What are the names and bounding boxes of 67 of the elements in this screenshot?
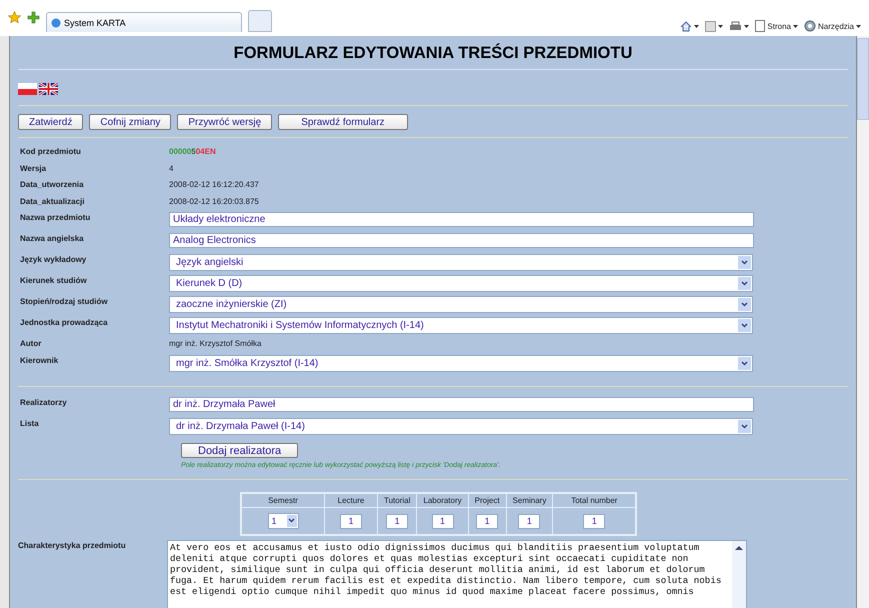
toolbar-label[interactable]: Narzędzia: [818, 22, 854, 30]
semester-dropdown[interactable]: 1: [268, 512, 298, 528]
field-label: Data_aktualizacji: [20, 196, 86, 206]
gear-icon[interactable]: [804, 20, 816, 32]
caret-icon[interactable]: [744, 25, 750, 28]
column-header: Tutorial: [378, 492, 417, 507]
dropdown-field[interactable]: zaoczne inżynierskie (ZI): [169, 296, 753, 313]
field-label: Jednostka prowadząca: [20, 317, 109, 327]
add-favorite-icon[interactable]: [27, 11, 40, 24]
add-realizer-button[interactable]: Dodaj realizatora: [181, 443, 298, 458]
caret-icon[interactable]: [694, 25, 700, 28]
subject-code: 00000504EN: [169, 146, 216, 156]
british-flag-icon[interactable]: [39, 83, 58, 95]
field-label: Charakterystyka przedmiotu: [18, 540, 127, 552]
dropdown-field[interactable]: mgr inż. Smółka Krzysztof (I-14): [169, 354, 753, 372]
text-field[interactable]: dr inż. Drzymała Paweł: [169, 396, 754, 412]
field-label: Kierownik: [20, 354, 60, 364]
field-label: Język wykładowy: [20, 254, 88, 264]
dropdown-field[interactable]: Język angielski: [169, 254, 753, 271]
printer-icon[interactable]: [729, 21, 742, 32]
hours-field[interactable]: 1: [432, 514, 454, 528]
column-header: Laboratory: [416, 492, 468, 507]
caret-icon[interactable]: [718, 25, 724, 28]
hours-field[interactable]: 1: [476, 514, 498, 528]
dropdown-field[interactable]: Instytut Mechatroniki i Systemów Informatycznych (I-14): [169, 317, 753, 334]
hours-field[interactable]: 1: [340, 514, 362, 528]
text-field[interactable]: Analog Electronics: [169, 233, 754, 248]
hours-field[interactable]: 1: [518, 514, 540, 528]
browser-icon: [51, 18, 61, 28]
column-header: Semestr: [241, 492, 324, 507]
field-label: Nazwa angielska: [20, 233, 85, 243]
form-button[interactable]: Sprawdź formularz: [278, 114, 408, 130]
column-header: Project: [468, 492, 506, 507]
page-icon[interactable]: [755, 20, 766, 32]
field-value: 2008-02-12 16:20:03.875: [169, 196, 259, 206]
page-title: FORMULARZ EDYTOWANIA TREŚCI PRZEDMIOTU: [18, 36, 848, 70]
description-textarea[interactable]: At vero eos et accusamus et iusto odio dignissimos ducimus qui blanditiis praesentium voluptatum deleniti atque corrupti quos dolores et quas molestias excepturi sint occaecati cupiditate non provident, similique sunt in culpa qui officia deserunt mollitia animi, id est laborum et dolorum fuga. Et harum quidem rerum facilis est et expedita distinctio. Nam libero tempore, cum soluta nobis est eligendi optio cumque nihil impedit quo minus id quod maxime placeat facere possimus, omnis: [167, 540, 747, 608]
home-icon[interactable]: [680, 21, 692, 32]
hours-field[interactable]: 1: [386, 514, 408, 528]
field-value: 2008-02-12 16:12:20.437: [169, 179, 259, 189]
star-icon[interactable]: [8, 11, 21, 24]
scrollbar-thumb[interactable]: [857, 38, 869, 120]
field-label: Nazwa przedmiotu: [20, 212, 92, 222]
polish-flag-icon[interactable]: [18, 83, 37, 95]
caret-icon[interactable]: [856, 24, 861, 28]
hours-field[interactable]: 1: [583, 514, 606, 528]
dropdown-field[interactable]: dr inż. Drzymała Paweł (I-14): [169, 418, 753, 434]
column-header: Lecture: [324, 492, 378, 507]
text-field[interactable]: Układy elektroniczne: [169, 212, 754, 227]
field-label: Wersja: [20, 162, 48, 172]
browser-tab[interactable]: System KARTA: [46, 12, 242, 32]
field-label: Autor: [20, 338, 42, 348]
field-label: Realizatorzy: [20, 396, 68, 406]
caret-icon[interactable]: [792, 24, 798, 28]
field-label: Stopień/rodzaj studiów: [20, 296, 109, 306]
field-label: Lista: [20, 418, 40, 428]
field-value: 4: [169, 162, 174, 172]
field-label: Data_utworzenia: [20, 179, 85, 189]
form-button[interactable]: Przywróć wersję: [177, 114, 272, 130]
column-header: Seminary: [506, 492, 553, 507]
field-value: mgr inż. Krzysztof Smółka: [169, 338, 262, 348]
dropdown-field[interactable]: Kierunek D (D): [169, 275, 753, 292]
field-label: Kierunek studiów: [20, 275, 88, 285]
form-button[interactable]: Cofnij zmiany: [89, 114, 172, 130]
form-button[interactable]: Zatwierdź: [18, 114, 84, 130]
field-label: Kod przedmiotu: [20, 146, 82, 156]
toolbar-label[interactable]: Strona: [767, 22, 791, 30]
